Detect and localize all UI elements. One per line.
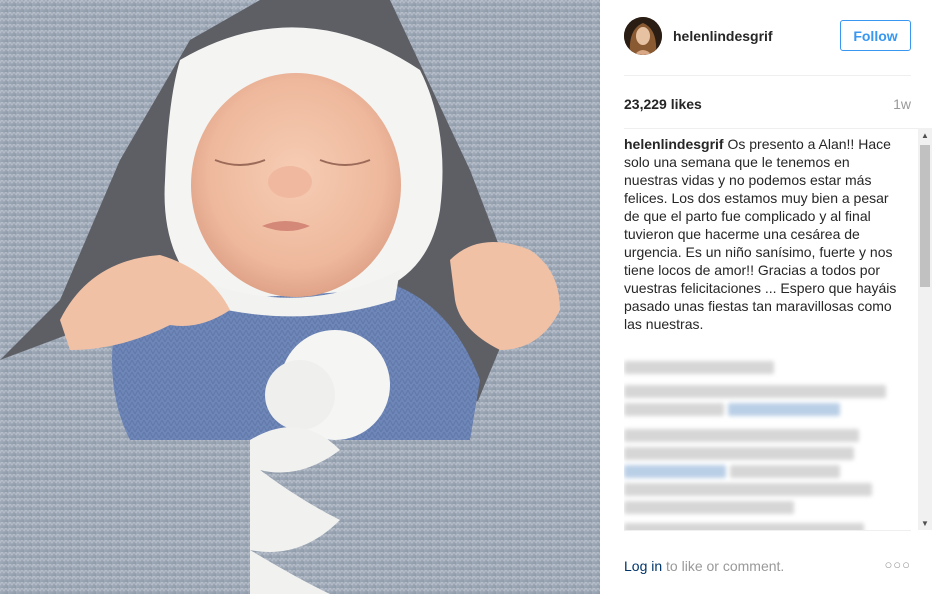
caption-text: Os presento a Alan!! Hace solo una seman…	[624, 136, 897, 332]
follow-button[interactable]: Follow	[840, 20, 911, 51]
scroll-up-arrow-icon[interactable]: ▲	[918, 128, 932, 142]
post-stats: 23,229 likes 1w	[624, 76, 911, 128]
blurred-comment-line	[624, 385, 886, 398]
caption-username[interactable]: helenlindesgrif	[624, 136, 724, 152]
ellipsis-icon[interactable]: ○○○	[884, 557, 911, 572]
login-link[interactable]: Log in	[624, 558, 662, 574]
post-header: helenlindesgrif Follow	[624, 0, 911, 76]
blurred-comment-line	[624, 447, 854, 460]
login-prompt: Log in to like or comment.	[624, 558, 784, 574]
blurred-comment-link	[728, 403, 840, 416]
baby-photo-illustration	[0, 0, 600, 594]
comments-list[interactable]: helenlindesgrif Os presento a Alan!! Hac…	[624, 128, 919, 530]
post-footer: Log in to like or comment. ○○○	[624, 530, 911, 594]
blurred-comment-line	[624, 523, 864, 530]
author-username[interactable]: helenlindesgrif	[673, 28, 773, 44]
post-time[interactable]: 1w	[893, 96, 911, 112]
post-sidebar: helenlindesgrif Follow 23,229 likes 1w h…	[600, 0, 933, 594]
caption: helenlindesgrif Os presento a Alan!! Hac…	[624, 135, 899, 333]
post-photo[interactable]	[0, 0, 600, 594]
blurred-comment-line	[624, 403, 724, 416]
blurred-comment-line	[624, 501, 794, 514]
avatar-image	[624, 17, 662, 55]
scroll-thumb[interactable]	[920, 145, 930, 287]
scroll-down-arrow-icon[interactable]: ▼	[918, 516, 932, 530]
likes-count[interactable]: 23,229 likes	[624, 96, 702, 112]
blurred-comment-line	[730, 465, 840, 478]
blurred-comment-line	[624, 483, 872, 496]
login-prompt-text: to like or comment.	[662, 558, 785, 574]
blurred-comment-link	[624, 465, 726, 478]
avatar[interactable]	[624, 17, 662, 55]
comments-scrollbar[interactable]: ▲ ▼	[918, 128, 932, 530]
blurred-comment-line	[624, 361, 774, 374]
blurred-comment-line	[624, 429, 859, 442]
